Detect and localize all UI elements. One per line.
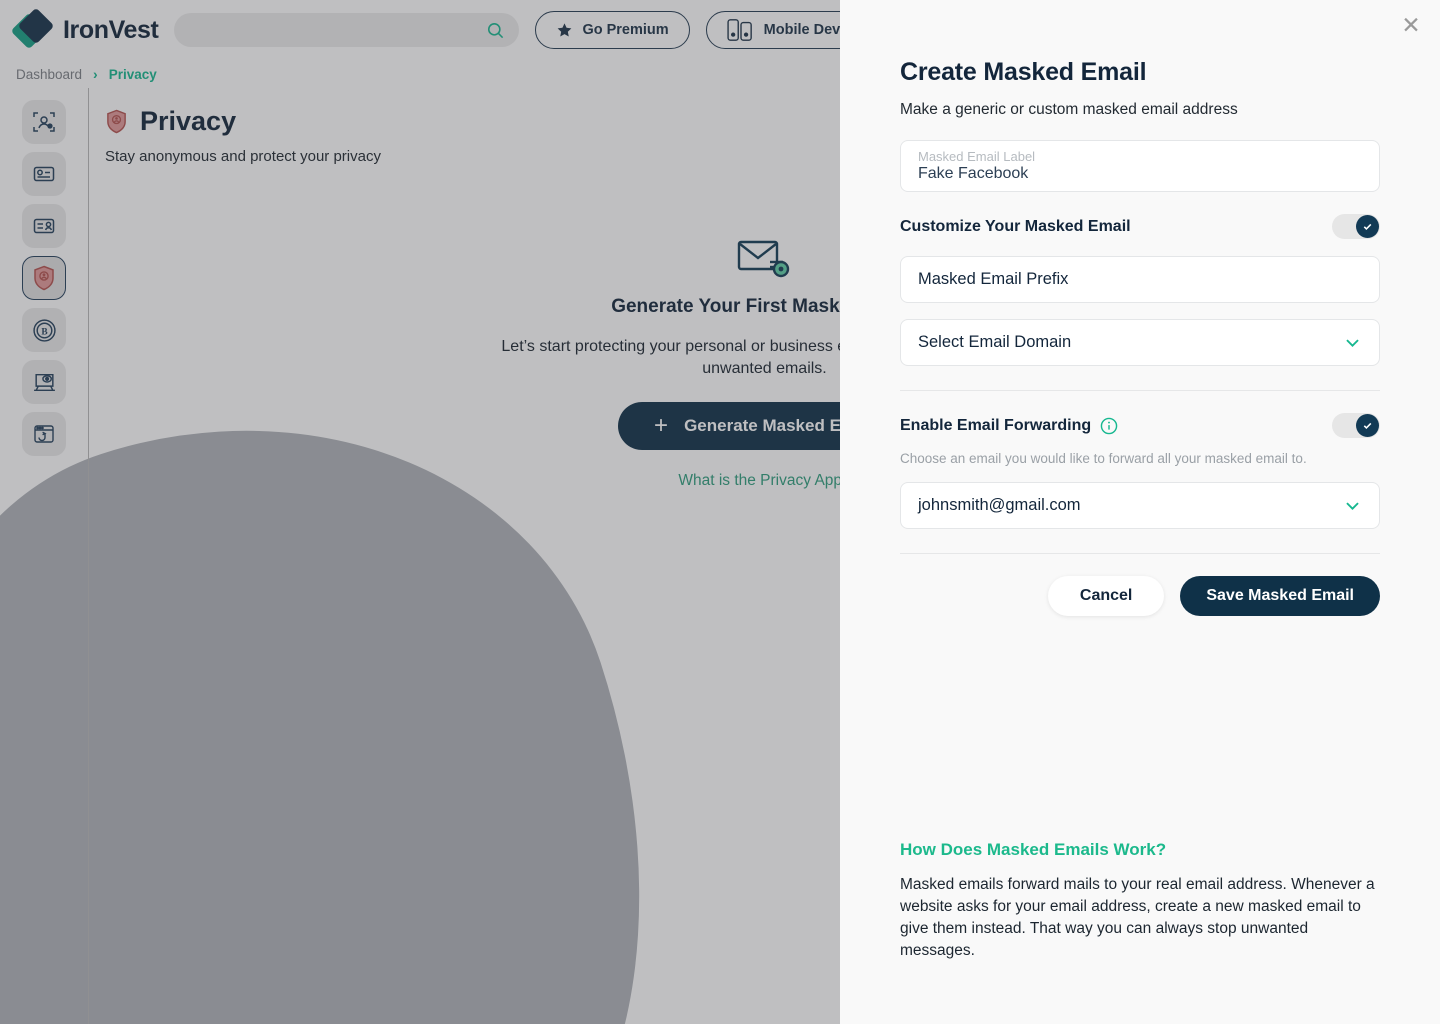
help-section: How Does Masked Emails Work? Masked emai… [900, 840, 1380, 962]
masked-email-label-field[interactable]: Masked Email Label Fake Facebook [900, 140, 1380, 192]
customize-row: Customize Your Masked Email [900, 214, 1380, 239]
customize-label: Customize Your Masked Email [900, 217, 1131, 235]
masked-email-prefix-input[interactable]: Masked Email Prefix [900, 256, 1380, 303]
toggle-knob [1356, 215, 1379, 238]
info-icon[interactable] [1100, 417, 1118, 435]
email-domain-value: Select Email Domain [918, 333, 1072, 351]
actions-divider [900, 553, 1380, 554]
forwarding-email-value: johnsmith@gmail.com [918, 496, 1081, 514]
forwarding-row: Enable Email Forwarding [900, 413, 1380, 438]
forwarding-label: Enable Email Forwarding [900, 416, 1092, 434]
create-masked-email-modal: ✕ Create Masked Email Make a generic or … [840, 0, 1440, 1024]
forwarding-email-select[interactable]: johnsmith@gmail.com [900, 482, 1380, 529]
forwarding-toggle[interactable] [1332, 413, 1380, 438]
chevron-down-icon [1346, 502, 1359, 511]
toggle-knob [1356, 414, 1379, 437]
help-title: How Does Masked Emails Work? [900, 840, 1167, 859]
save-masked-email-button[interactable]: Save Masked Email [1180, 576, 1380, 616]
masked-email-label-caption: Masked Email Label [918, 148, 1036, 164]
modal-title: Create Masked Email [900, 58, 1147, 86]
close-icon[interactable]: ✕ [1396, 10, 1426, 40]
forwarding-hint: Choose an email you would like to forwar… [900, 451, 1307, 466]
check-icon [1363, 422, 1372, 429]
email-domain-select[interactable]: Select Email Domain [900, 319, 1380, 366]
section-divider [900, 390, 1380, 391]
check-icon [1363, 223, 1372, 230]
chevron-down-icon [1346, 339, 1359, 348]
modal-subtitle: Make a generic or custom masked email ad… [900, 101, 1238, 118]
masked-email-label-value: Fake Facebook [918, 164, 1029, 182]
modal-actions: Cancel Save Masked Email [900, 576, 1380, 616]
masked-email-prefix-value: Masked Email Prefix [918, 270, 1069, 288]
forwarding-label-wrap: Enable Email Forwarding [900, 417, 1118, 435]
help-body: Masked emails forward mails to your real… [900, 876, 1375, 959]
customize-toggle[interactable] [1332, 214, 1380, 239]
cancel-button[interactable]: Cancel [1047, 576, 1165, 616]
